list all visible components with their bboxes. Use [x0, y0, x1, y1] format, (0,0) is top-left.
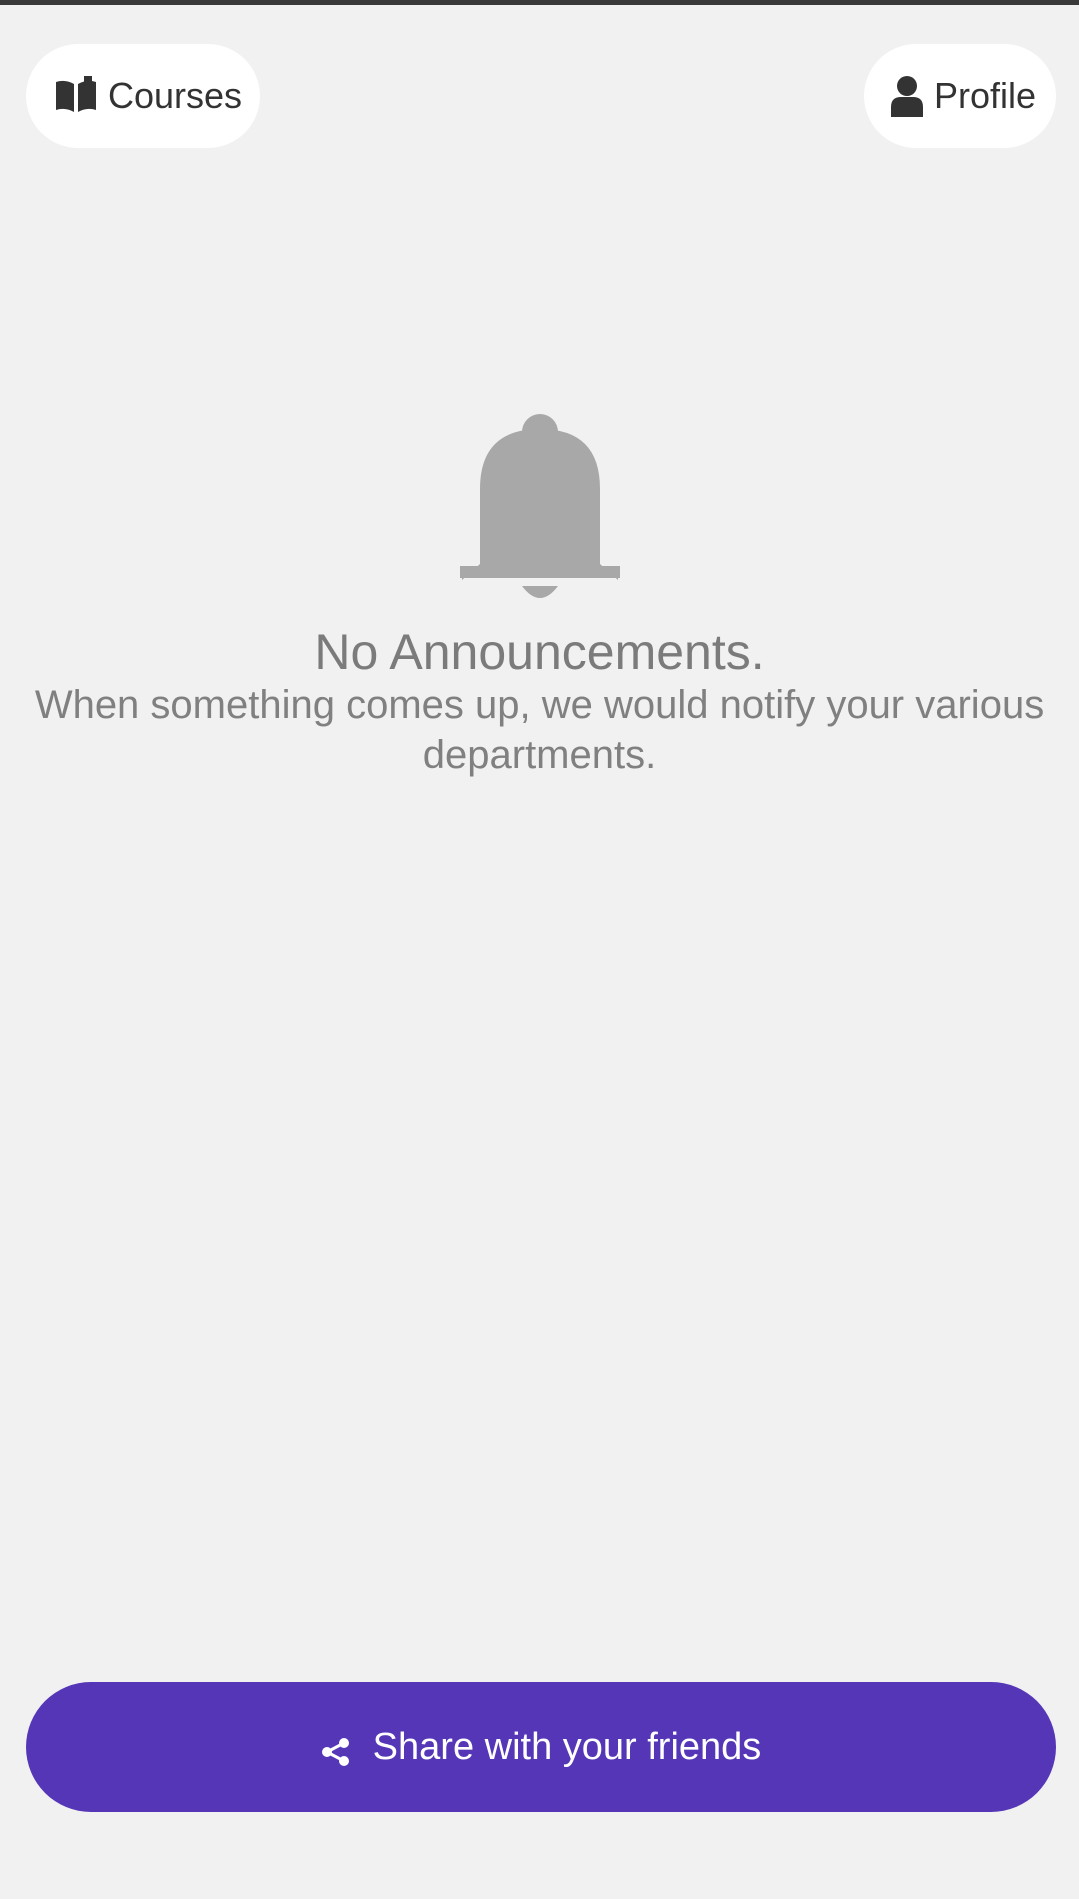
courses-label: Courses — [108, 75, 243, 116]
book-open-icon — [54, 76, 98, 116]
profile-button[interactable]: Profile — [864, 44, 1056, 148]
bell-icon — [459, 414, 620, 598]
top-status-bar — [0, 0, 1079, 5]
courses-button[interactable]: Courses — [26, 44, 260, 148]
share-label: Share with your friends — [372, 1725, 762, 1768]
share-button[interactable]: Share with your friends — [26, 1682, 1056, 1812]
user-icon — [890, 75, 924, 117]
empty-title: No Announcements. — [314, 624, 765, 680]
empty-message: When something comes up, we would notify… — [34, 683, 1045, 777]
share-icon — [321, 1737, 351, 1767]
empty-announcements: No Announcements. When something comes u… — [0, 414, 1079, 780]
profile-label: Profile — [934, 75, 1037, 116]
